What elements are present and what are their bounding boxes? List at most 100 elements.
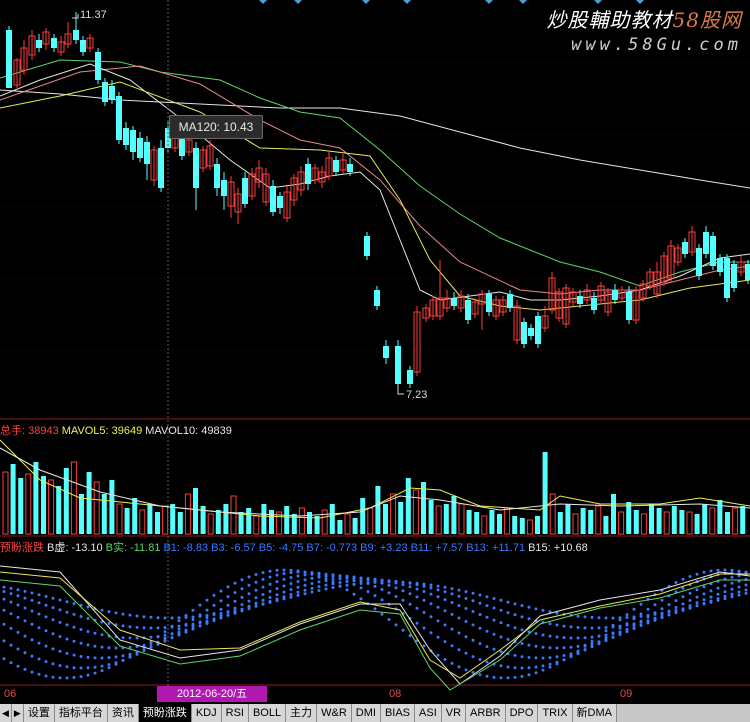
- tab-0[interactable]: 设置: [23, 704, 55, 722]
- volume-bar: [2, 471, 9, 535]
- indicator-dot: [499, 621, 503, 625]
- tab-2[interactable]: 资讯: [107, 704, 139, 722]
- top-marker-icon: [259, 0, 267, 4]
- indicator-dot: [121, 636, 125, 640]
- volume-bar: [435, 505, 442, 535]
- scroll-right-icon[interactable]: ▶: [11, 704, 24, 722]
- indicator-dot: [576, 649, 580, 653]
- scroll-left-icon[interactable]: ◀: [0, 704, 12, 722]
- indicator-dot: [317, 580, 321, 584]
- indicator-dot: [282, 577, 286, 581]
- indicator-dot: [457, 616, 461, 620]
- indicator-dot: [254, 573, 258, 576]
- volume-bar: [261, 504, 267, 534]
- indicator-dot: [226, 613, 230, 617]
- indicator-dot: [205, 616, 209, 620]
- indicator-dot: [415, 583, 419, 587]
- indicator-dot: [422, 626, 426, 630]
- indicator-dot: [163, 616, 167, 620]
- tab-11[interactable]: ASI: [415, 704, 442, 722]
- indicator-dot: [86, 673, 90, 677]
- indicator-dot: [499, 635, 503, 639]
- indicator-dot: [709, 595, 713, 599]
- tab-12[interactable]: VR: [441, 704, 467, 722]
- candle-body: [95, 52, 101, 80]
- tab-7[interactable]: 主力: [286, 704, 318, 722]
- indicator-dot: [457, 604, 461, 607]
- indicator-dot: [499, 598, 503, 602]
- tab-15[interactable]: TRIX: [538, 704, 573, 722]
- candle-body: [102, 82, 108, 102]
- tab-6[interactable]: BOLL: [248, 704, 287, 722]
- indicator-dot: [429, 583, 433, 587]
- indicator-dot: [359, 586, 363, 590]
- indicator-dot: [345, 583, 349, 587]
- tab-16[interactable]: 新DMA: [572, 704, 617, 722]
- indicator-dot: [723, 594, 727, 598]
- legend-item: MAVOL10: 49839: [145, 425, 232, 437]
- indicator-dot: [37, 612, 41, 616]
- indicator-dot: [527, 666, 531, 670]
- indicator-dot: [191, 627, 195, 631]
- tab-3[interactable]: 预盼涨跌: [138, 704, 192, 722]
- indicator-dot: [149, 635, 153, 639]
- volume-bar: [458, 503, 465, 535]
- indicator-dot: [730, 595, 734, 599]
- indicator-dot: [2, 597, 6, 601]
- tab-14[interactable]: DPO: [505, 704, 539, 722]
- indicator-dot: [107, 666, 111, 670]
- high-marker: [72, 14, 79, 19]
- chart-canvas[interactable]: [0, 0, 750, 722]
- indicator-dot: [16, 647, 20, 651]
- candle-body: [6, 30, 12, 88]
- candle-body: [724, 258, 730, 298]
- indicator-dot: [247, 599, 251, 603]
- volume-bar: [535, 516, 540, 534]
- volume-bar: [56, 486, 62, 534]
- indicator-plot: [0, 565, 750, 691]
- indicator-dot: [30, 654, 34, 658]
- indicator-dot: [590, 635, 594, 639]
- indicator-dot: [709, 589, 713, 593]
- candle-body: [123, 128, 129, 145]
- indicator-dot: [23, 589, 27, 593]
- candle-body: [395, 346, 401, 384]
- indicator-dot: [408, 581, 412, 585]
- indicator-dot: [737, 585, 741, 589]
- indicator-dot: [93, 656, 97, 660]
- indicator-dot: [254, 604, 258, 608]
- indicator-dot: [2, 657, 6, 661]
- tab-10[interactable]: BIAS: [380, 704, 416, 722]
- tab-4[interactable]: KDJ: [191, 704, 222, 722]
- candle-body: [364, 236, 370, 256]
- watermark-url: www.58Gu.com: [571, 35, 742, 55]
- indicator-dot: [548, 662, 552, 666]
- indicator-dot: [436, 605, 440, 609]
- candle-body: [703, 232, 709, 254]
- indicator-dot: [436, 588, 440, 592]
- indicator-dot: [9, 586, 13, 590]
- legend-item: B9: +3.23: [360, 542, 408, 554]
- indicator-dot: [79, 641, 83, 645]
- indicator-dot: [618, 618, 622, 622]
- indicator-dot: [37, 641, 41, 645]
- volume-bar: [572, 513, 579, 535]
- indicator-dot: [289, 568, 293, 572]
- tab-5[interactable]: RSI: [221, 704, 249, 722]
- indicator-dot: [604, 629, 608, 633]
- indicator-dot: [282, 572, 286, 576]
- indicator-dot: [681, 607, 685, 611]
- volume-bar: [421, 482, 426, 534]
- indicator-dot: [471, 599, 475, 603]
- indicator-dot: [394, 581, 398, 585]
- candle-body: [528, 328, 534, 336]
- tab-13[interactable]: ARBR: [466, 704, 506, 722]
- indicator-dot: [478, 642, 482, 646]
- tab-1[interactable]: 指标平台: [54, 704, 108, 722]
- tab-8[interactable]: W&R: [317, 704, 352, 722]
- low-price-value: 7.23: [406, 389, 428, 401]
- volume-bar: [321, 509, 328, 535]
- indicator-legend: 预盼涨跌 B虚: -13.10 B实: -11.81 B1: -8.83 B3: -6.…: [0, 539, 591, 555]
- tab-9[interactable]: DMI: [351, 704, 381, 722]
- x-axis-label: 08: [389, 688, 402, 700]
